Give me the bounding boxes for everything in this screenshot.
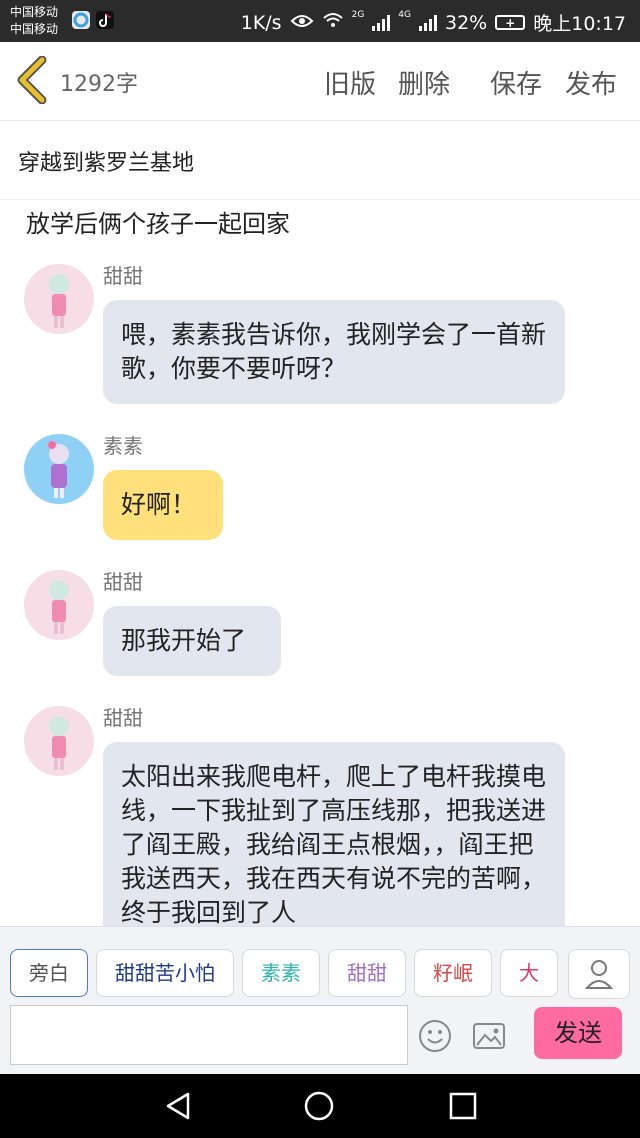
battery-percent: 32% — [445, 11, 488, 34]
system-nav-bar — [0, 1074, 640, 1138]
story-title-row[interactable]: 穿越到紫罗兰基地 — [0, 121, 640, 200]
person-icon — [584, 960, 614, 989]
send-button[interactable]: 发送 — [534, 1007, 622, 1059]
message-bubble[interactable]: 喂，素素我告诉你，我刚学会了一首新歌，你要不要听呀？ — [103, 300, 565, 404]
character-selector: 旁白 甜甜苦小怕 素素 甜甜 籽岷大 — [10, 949, 570, 999]
message-bubble[interactable]: 那我开始了 — [103, 606, 281, 676]
avatar-tiantian[interactable] — [24, 570, 94, 640]
chip-character[interactable]: 素素 — [242, 949, 320, 997]
story-title: 穿越到紫罗兰基地 — [18, 151, 195, 176]
eye-icon — [290, 12, 314, 34]
clock: 晚上10:17 — [533, 13, 626, 35]
old-version-button[interactable]: 旧版 — [324, 64, 376, 101]
status-bar: 中国移动 中国移动 1K/s 2G 4G 32% + 晚上10:17 — [0, 0, 640, 42]
home-nav-icon[interactable] — [303, 1090, 335, 1122]
notification-icons — [72, 11, 114, 29]
speaker-name: 素素 — [103, 434, 143, 458]
message-list[interactable]: 放学后俩个孩子一起回家 甜甜 喂，素素我告诉你，我刚学会了一首新歌，你要不要听呀… — [0, 200, 640, 926]
emoji-button[interactable] — [418, 1019, 452, 1053]
narration-text[interactable]: 放学后俩个孩子一起回家 — [26, 204, 290, 239]
publish-button[interactable]: 发布 — [565, 64, 617, 101]
smiley-icon — [419, 1020, 451, 1052]
speaker-name: 甜甜 — [103, 706, 143, 730]
image-icon — [473, 1023, 505, 1049]
speaker-name: 甜甜 — [103, 264, 143, 288]
status-right: 1K/s 2G 4G 32% + 晚上10:17 — [241, 9, 626, 36]
message-bubble[interactable]: 好啊！ — [103, 470, 223, 540]
message-input[interactable] — [10, 1005, 408, 1065]
chip-character[interactable]: 籽岷 — [414, 949, 492, 997]
back-nav-icon[interactable] — [162, 1090, 194, 1122]
signal-1-icon — [372, 14, 391, 31]
tiktok-notification-icon — [96, 11, 114, 29]
back-arrow-icon — [17, 55, 47, 105]
speaker-name: 甜甜 — [103, 570, 143, 594]
save-button[interactable]: 保存 — [490, 64, 542, 101]
chip-character[interactable]: 甜甜苦小怕 — [96, 949, 234, 997]
carrier-2: 中国移动 — [10, 22, 59, 36]
browser-notification-icon — [72, 11, 90, 29]
composer-panel: 旁白 甜甜苦小怕 素素 甜甜 籽岷大 发送 — [0, 926, 640, 1075]
manage-characters-button[interactable] — [568, 949, 630, 999]
recents-nav-icon[interactable] — [447, 1090, 479, 1122]
message-bubble[interactable]: 太阳出来我爬电杆，爬上了电杆我摸电线，一下我扯到了高压线那，把我送进了阎王殿，我… — [103, 742, 565, 926]
carrier-1: 中国移动 — [10, 5, 59, 19]
word-count: 1292字 — [60, 72, 138, 97]
chip-character[interactable]: 甜甜 — [328, 949, 406, 997]
avatar-tiantian[interactable] — [24, 706, 94, 776]
signal-1-label: 2G — [351, 9, 365, 20]
image-button[interactable] — [472, 1021, 506, 1051]
carrier-info: 中国移动 中国移动 — [10, 4, 58, 38]
chip-narrator[interactable]: 旁白 — [10, 949, 88, 997]
network-speed: 1K/s — [240, 11, 282, 34]
signal-2-icon — [419, 14, 437, 31]
battery-icon: + — [495, 15, 526, 30]
avatar-tiantian[interactable] — [24, 264, 94, 334]
chip-character[interactable]: 大 — [500, 949, 558, 997]
delete-button[interactable]: 删除 — [398, 64, 450, 101]
avatar-susu[interactable] — [24, 434, 94, 504]
editor-header: 1292字 旧版 删除 保存 发布 — [0, 42, 640, 121]
wifi-icon — [322, 11, 344, 34]
back-button[interactable] — [14, 55, 54, 105]
signal-2-label: 4G — [398, 9, 411, 20]
